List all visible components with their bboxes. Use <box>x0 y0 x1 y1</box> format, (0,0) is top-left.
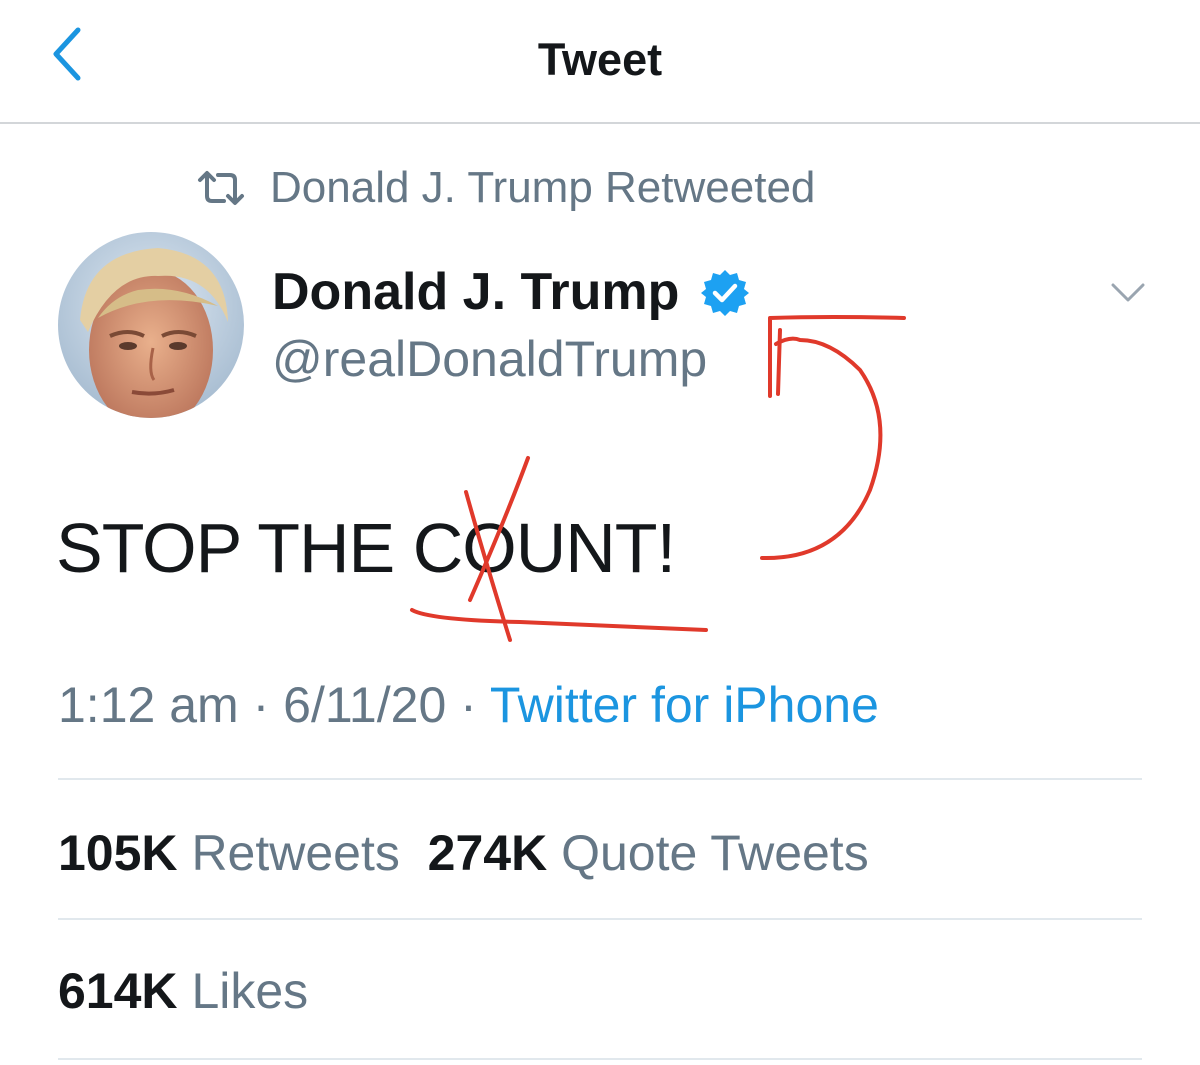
annotation-loop <box>760 336 883 561</box>
avatar-image <box>58 232 244 418</box>
quote-tweets-stat[interactable]: 274K Quote Tweets <box>428 825 869 881</box>
tweet-source-link[interactable]: Twitter for iPhone <box>490 677 879 733</box>
meta-separator: · <box>252 677 270 733</box>
tweet-text-part: STOP THE C <box>56 509 463 587</box>
avatar[interactable] <box>58 232 244 418</box>
quote-tweets-label: Quote Tweets <box>561 825 869 881</box>
annotation-bracket <box>776 328 782 396</box>
author-display-name[interactable]: Donald J. Trump <box>272 262 679 322</box>
retweets-count: 105K <box>58 825 178 881</box>
likes-stat[interactable]: 614K Likes <box>58 963 308 1019</box>
tweet-text-part: UNT! <box>515 509 676 587</box>
likes-label: Likes <box>191 963 309 1019</box>
likes-count: 614K <box>58 963 178 1019</box>
divider <box>58 778 1142 780</box>
engagement-stats-row: 105K Retweets 274K Quote Tweets <box>58 824 869 882</box>
tweet-text: STOP THE COUNT! <box>56 508 676 588</box>
retweet-context[interactable]: Donald J. Trump Retweeted <box>196 160 815 216</box>
tweet-detail-screen: Tweet Donald J. Trump Retweeted Donald J… <box>0 0 1200 1065</box>
tweet-date: 6/11/20 <box>283 677 447 733</box>
divider <box>58 1058 1142 1060</box>
chevron-down-icon <box>1111 283 1145 302</box>
tweet-options-button[interactable] <box>1108 276 1148 310</box>
verified-badge-icon <box>701 270 749 316</box>
retweet-context-label: Donald J. Trump Retweeted <box>270 163 816 212</box>
navigation-bar: Tweet <box>0 0 1200 124</box>
likes-stats-row: 614K Likes <box>58 962 308 1020</box>
author-handle[interactable]: @realDonaldTrump <box>272 330 707 388</box>
annotation-underline <box>410 608 708 632</box>
tweet-text-crossed-letter: O <box>462 509 516 587</box>
meta-separator: · <box>460 677 477 733</box>
tweet-meta: 1:12 am · 6/11/20 · Twitter for iPhone <box>58 676 879 734</box>
tweet-time: 1:12 am <box>58 677 239 733</box>
annotation-bracket <box>768 315 906 398</box>
quote-tweets-count: 274K <box>427 825 548 881</box>
retweets-stat[interactable]: 105K Retweets <box>58 825 400 881</box>
retweet-icon <box>198 171 244 205</box>
page-title: Tweet <box>537 34 663 85</box>
divider <box>58 918 1142 920</box>
retweets-label: Retweets <box>191 825 400 881</box>
